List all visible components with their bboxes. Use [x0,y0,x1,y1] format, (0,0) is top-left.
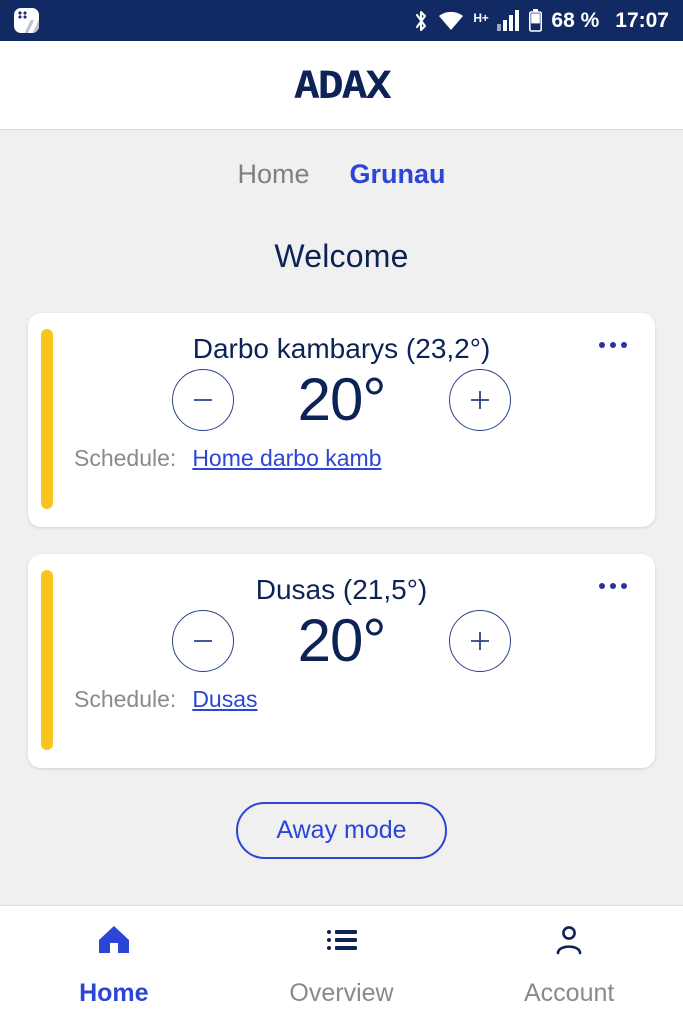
increase-temperature-button[interactable] [449,610,512,672]
dot [621,583,627,589]
dot [599,342,605,348]
dot [610,583,616,589]
schedule-link[interactable]: Dusas [192,686,257,713]
minus-icon [193,399,212,401]
room-card-list: Darbo kambarys (23,2°) 20° Schedule: Hom… [0,313,683,768]
status-bar: H+ 68 % 17:07 [0,0,683,41]
schedule-row: Schedule: Home darbo kamb [50,445,633,472]
list-icon [324,922,360,963]
dot [599,583,605,589]
schedule-label: Schedule: [74,445,177,471]
battery-icon [529,9,543,32]
room-title: Dusas (21,5°) [255,574,428,605]
schedule-row: Schedule: Dusas [50,686,633,713]
more-options-icon[interactable] [593,336,633,354]
setpoint-temperature: 20° [297,607,387,674]
away-mode-row: Away mode [236,802,447,859]
nav-label-overview: Overview [289,979,394,1007]
room-card-header: Dusas (21,5°) [50,568,633,608]
page-title: Welcome [274,238,409,274]
status-bar-left [14,8,39,33]
plus-icon [471,391,490,409]
decrease-temperature-button[interactable] [171,369,234,431]
tab-grunau[interactable]: Grunau [350,159,446,190]
person-icon [551,922,587,963]
room-card[interactable]: Darbo kambarys (23,2°) 20° Schedule: Hom… [28,313,655,527]
adax-logo: ADAX [293,63,392,107]
nav-label-account: Account [524,979,615,1007]
increase-temperature-button[interactable] [449,369,512,431]
app-root: H+ 68 % 17:07 ADAX Home Grunau Welcome D… [0,0,683,1024]
clock-label: 17:07 [615,8,669,32]
status-bar-right: H+ 68 % 17:07 [414,9,669,33]
bottom-navigation: Home Overview Account [0,905,683,1024]
nav-item-home[interactable]: Home [0,922,228,1008]
nav-item-account[interactable]: Account [455,922,683,1008]
more-options-icon[interactable] [593,577,633,595]
decrease-temperature-button[interactable] [171,610,234,672]
room-card-header: Darbo kambarys (23,2°) [50,327,633,367]
setpoint-temperature: 20° [297,366,387,433]
nav-label-home: Home [79,979,149,1007]
wifi-icon [438,10,464,32]
app-notification-icon [14,8,39,33]
plus-icon [471,632,490,650]
main-content: Home Grunau Welcome Darbo kambarys (23,2… [0,130,683,905]
schedule-label: Schedule: [74,686,177,712]
network-type-label: H+ [473,10,489,25]
app-header: ADAX [0,41,683,130]
tab-home[interactable]: Home [237,159,309,190]
dot [621,342,627,348]
home-icon [96,922,132,963]
home-tabs: Home Grunau [237,159,445,190]
temperature-controls: 20° [50,369,633,431]
schedule-link[interactable]: Home darbo kamb [192,445,381,472]
dot [610,342,616,348]
cellular-signal-icon [497,10,520,31]
temperature-controls: 20° [50,610,633,672]
nav-item-overview[interactable]: Overview [228,922,456,1008]
battery-percent-label: 68 % [551,8,600,32]
room-title: Darbo kambarys (23,2°) [192,333,491,364]
bluetooth-icon [414,9,429,33]
room-card[interactable]: Dusas (21,5°) 20° Schedule: Dusas [28,554,655,768]
away-mode-button[interactable]: Away mode [236,802,447,859]
minus-icon [193,640,212,642]
